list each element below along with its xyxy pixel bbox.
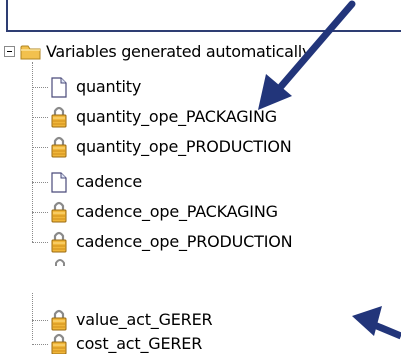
arrow-bottom bbox=[352, 306, 401, 340]
annotation-arrows bbox=[258, 0, 401, 340]
arrow-top bbox=[258, 0, 356, 110]
tree-view-screenshot: Variables generated automatically quanti… bbox=[0, 0, 401, 354]
